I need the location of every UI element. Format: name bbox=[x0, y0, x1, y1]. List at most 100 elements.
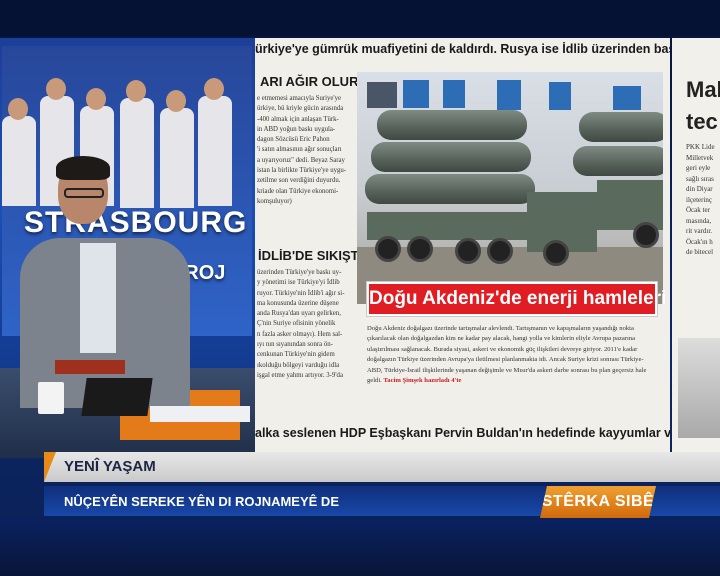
missile-tube bbox=[371, 142, 531, 172]
screen-days-suffix: ROJ bbox=[184, 262, 226, 284]
column-text-line: ruyor. Türkiye'nin İdlib'i ağır si- bbox=[257, 289, 345, 297]
program-title-bar: YENÎ YAŞAM bbox=[44, 452, 720, 482]
right-text-line: rit vardır. bbox=[686, 227, 713, 235]
right-headline-line: Mal bbox=[686, 77, 720, 102]
article-text: Doğu Akdeniz doğalgazı üzerinde tartışma… bbox=[367, 325, 647, 385]
column-text-line: kriade olan Türkiye ekonomi- bbox=[257, 187, 339, 195]
banner-headline: Doğu Akdeniz'de enerji hamleleri bbox=[369, 288, 667, 309]
column-text-line: ma konusunda üzerine düşene bbox=[257, 299, 339, 307]
orange-accent bbox=[44, 452, 56, 482]
bg-container bbox=[497, 80, 521, 110]
bg-container bbox=[549, 82, 571, 110]
missile-tube-2 bbox=[579, 112, 663, 142]
tv-frame: STRASBOURG 30ROJ ürkiye'ye gümrük muafiy… bbox=[0, 0, 720, 576]
bg-vehicle bbox=[367, 82, 397, 108]
newspaper-subhead: ARI AĞIR OLUR' bbox=[260, 74, 362, 89]
crowd-person bbox=[160, 108, 194, 208]
bottom-strip bbox=[0, 520, 720, 576]
anchor-shirt bbox=[80, 243, 116, 353]
right-column-photo bbox=[678, 338, 720, 438]
column-text-line: zetilme son verdiğini duyurdu. bbox=[257, 177, 341, 185]
right-text-line: sağlı sıras bbox=[686, 174, 714, 183]
article-byline: Tacim Şimşek hazırladı 4'te bbox=[383, 377, 462, 385]
column-text-line: anda Rusya'dan uyarı gelirken, bbox=[257, 310, 341, 318]
newspaper-left-column: e etmemesi amacıyla Suriye'ye ürkiye, bü … bbox=[257, 94, 347, 207]
headline-banner: Doğu Akdeniz'de enerji hamleleri bbox=[366, 281, 667, 317]
newspaper-page: ürkiye'ye gümrük muafiyetini de kaldırdı… bbox=[255, 38, 670, 458]
right-text-line: Milletvek bbox=[686, 153, 714, 162]
column-text-line: üzerinden Türkiye'ye baskı uy- bbox=[257, 269, 342, 276]
right-text-line: geri eyle bbox=[686, 164, 711, 172]
channel-name: STÊRKA SIBÊ bbox=[541, 493, 655, 510]
newspaper-bottom-headline: alka seslenen HDP Eşbaşkanı Pervin Bulda… bbox=[255, 426, 670, 440]
program-title: YENÎ YAŞAM bbox=[64, 458, 156, 475]
bg-container bbox=[403, 80, 429, 108]
article-body: Doğu Akdeniz doğalgazı üzerinde tartışma… bbox=[367, 324, 657, 386]
right-text-line: masında, bbox=[686, 216, 712, 225]
missile-launcher-photo bbox=[357, 72, 663, 304]
crowd-head bbox=[204, 78, 224, 100]
column-text-line: 'i satın almasının ağır sonuçları bbox=[257, 146, 342, 154]
missile-tube-2 bbox=[573, 146, 663, 176]
right-headline-line: tec bbox=[686, 109, 718, 134]
bg-container bbox=[443, 80, 465, 108]
newspaper-right-column: Mal tec PKK Lide Milletvek geri eyle sağlı s… bbox=[672, 38, 720, 458]
right-text-line: Öcak'ın h bbox=[686, 237, 713, 246]
truck-wheel bbox=[375, 236, 401, 262]
truck-wheel bbox=[407, 236, 433, 262]
newspaper-left-column-2: üzerinden Türkiye'ye baskı uy-y yönetimi… bbox=[257, 268, 347, 381]
column-text-line: n fazla asker olmayı). Hem sal- bbox=[257, 330, 343, 338]
column-text-line: e etmemesi amacıyla Suriye'ye bbox=[257, 95, 342, 102]
truck-2-body bbox=[597, 180, 663, 230]
column-text-line: istan la birlikte Türkiye'ye uygu- bbox=[257, 167, 347, 175]
column-text-line: -400 almak için anlaşan Türk- bbox=[257, 115, 339, 123]
right-text-line: din Diyar bbox=[686, 185, 713, 193]
column-text-line: ıkolduğu bölgeyi varduğu idla bbox=[257, 361, 340, 369]
truck-wheel bbox=[455, 238, 481, 264]
crowd-head bbox=[86, 88, 106, 110]
right-text-line: PKK Lide bbox=[686, 143, 715, 151]
missile-tube bbox=[365, 174, 535, 204]
newspaper-top-headline: ürkiye'ye gümrük muafiyetini de kaldırdı… bbox=[255, 42, 670, 56]
studio-panel: STRASBOURG 30ROJ bbox=[0, 38, 255, 458]
laptop bbox=[81, 378, 153, 416]
anchor-glasses bbox=[64, 188, 104, 198]
crowd-head bbox=[46, 78, 66, 100]
column-text-line: cenkunan Türkiye'nin gidem bbox=[257, 351, 335, 359]
ticker-text: NÛÇEYÊN SEREKE YÊN DI ROJNAMEYÊ DE bbox=[64, 494, 339, 509]
right-text-line: Öcak ter bbox=[686, 206, 710, 214]
crowd-person bbox=[2, 116, 36, 206]
truck-wheel bbox=[487, 238, 513, 264]
missile-tube bbox=[377, 110, 527, 140]
column-text-line: komşuluyor) bbox=[257, 197, 292, 205]
column-text-line: y yönetimi ise Türkiye'yi İdlib bbox=[257, 279, 340, 287]
crowd-head bbox=[166, 90, 186, 112]
column-text-line: a uyarıyoruz" dedi. Beyaz Saray bbox=[257, 156, 345, 164]
truck-chassis bbox=[367, 212, 547, 240]
top-bar bbox=[0, 0, 720, 36]
right-text-line: de bitecel bbox=[686, 248, 714, 256]
column-text-line: Ç'nin Suriye ofisinin yönelik bbox=[257, 320, 336, 328]
column-text-line: ürkiye, bü kriyle gücin arasında bbox=[257, 105, 344, 113]
right-text-line: ilçeterinç bbox=[686, 195, 713, 204]
bg-container bbox=[613, 86, 641, 110]
truck-wheel bbox=[543, 240, 569, 266]
column-text-line: dagon Sözcüsü Eric Pahon bbox=[257, 136, 330, 144]
crowd-person bbox=[120, 98, 154, 208]
truck-wheel bbox=[633, 222, 659, 248]
anchor-belt bbox=[55, 360, 125, 374]
column-text-line: ıyı nın sıyanından sonra ön- bbox=[257, 341, 333, 349]
right-column-text: PKK Lide Milletvek geri eyle sağlı sıras din… bbox=[686, 142, 715, 258]
right-column-headline: Mal tec bbox=[686, 74, 720, 138]
screen-text-strasbourg: STRASBOURG bbox=[24, 206, 248, 239]
papers bbox=[150, 406, 250, 422]
channel-logo: STÊRKA SIBÊ bbox=[540, 486, 656, 518]
anchor-hair bbox=[56, 156, 110, 180]
coffee-mug bbox=[38, 382, 64, 414]
newspaper-subhead-idlib: İDLİB'DE SIKIŞTI bbox=[258, 248, 363, 263]
crowd-head bbox=[126, 80, 146, 102]
column-text-line: işgal etme yahmı artıyor. 3-9'da bbox=[257, 371, 343, 379]
column-text-line: in ABD yoğun baskı uygula- bbox=[257, 125, 336, 133]
crowd-person bbox=[198, 96, 232, 206]
crowd-head bbox=[8, 98, 28, 120]
